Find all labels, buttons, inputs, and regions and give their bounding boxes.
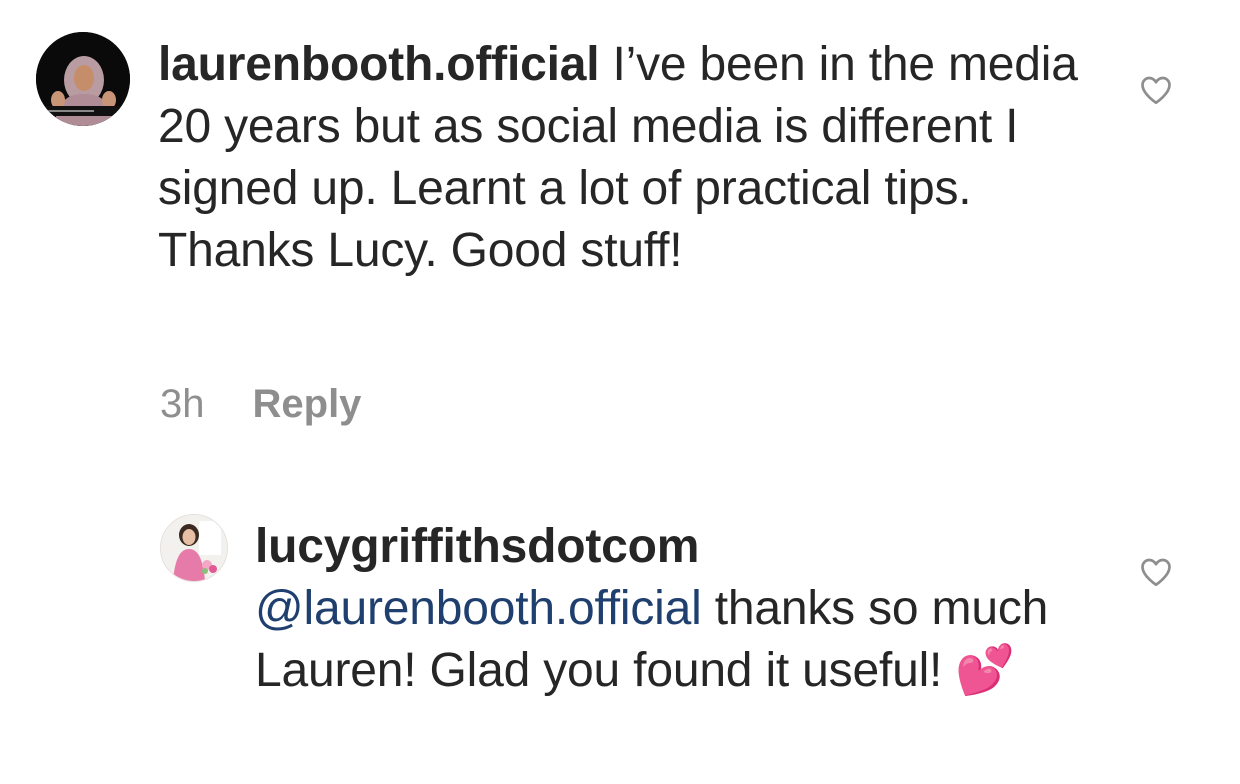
heart-outline-icon[interactable]: [1138, 72, 1174, 108]
heart-outline-icon[interactable]: [1138, 554, 1174, 590]
comment-item: laurenbooth.official I’ve been in the me…: [0, 0, 1240, 460]
two-hearts-emoji: 💕: [955, 644, 1015, 697]
avatar[interactable]: [160, 514, 228, 582]
comment-username[interactable]: lucygriffithsdotcom: [255, 520, 699, 573]
avatar[interactable]: [36, 32, 130, 126]
comment-text: laurenbooth.official I’ve been in the me…: [158, 34, 1078, 282]
comment-meta: 3h Reply: [160, 380, 361, 428]
profile-photo-icon: [36, 32, 130, 126]
reply-button[interactable]: Reply: [253, 382, 362, 427]
reply-comment-item: lucygriffithsdotcom @laurenbooth.officia…: [0, 500, 1240, 784]
comment-body: laurenbooth.official I’ve been in the me…: [158, 34, 1078, 282]
comment-body: lucygriffithsdotcom @laurenbooth.officia…: [255, 516, 1055, 702]
mention-link[interactable]: @laurenbooth.official: [255, 582, 702, 635]
profile-photo-icon: [161, 515, 227, 581]
comment-text: lucygriffithsdotcom @laurenbooth.officia…: [255, 516, 1055, 702]
comment-username[interactable]: laurenbooth.official: [158, 38, 600, 91]
comment-timestamp: 3h: [160, 381, 205, 426]
